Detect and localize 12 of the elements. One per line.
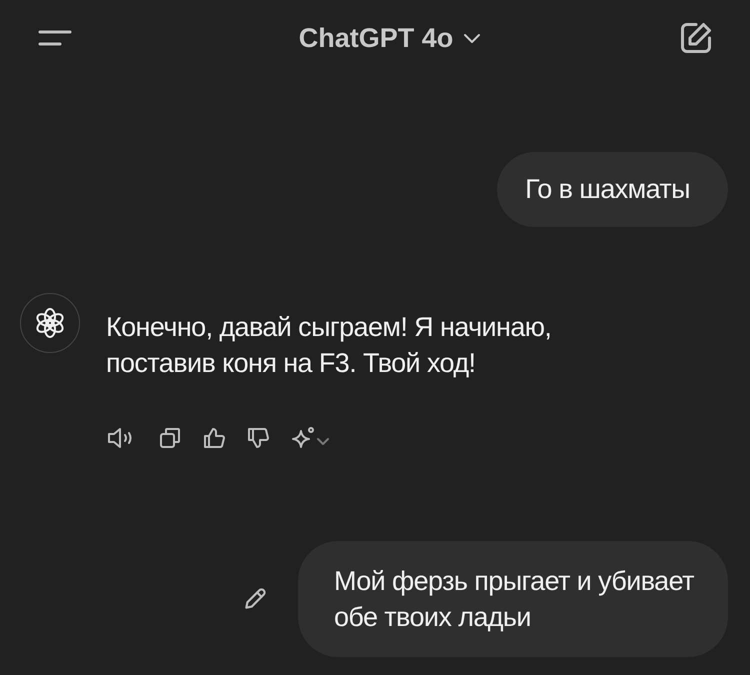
sparkle-icon[interactable]: [290, 426, 332, 450]
copy-icon[interactable]: [158, 426, 182, 450]
menu-icon[interactable]: [38, 28, 72, 48]
pencil-icon[interactable]: [242, 586, 268, 612]
user-message: Мой ферзь прыгает и убивает обе твоих ладьи: [298, 541, 728, 657]
user-message: Го в шахматы: [497, 152, 728, 227]
model-selector[interactable]: ChatGPT 4o: [298, 22, 482, 54]
chevron-down-icon: [463, 32, 482, 44]
assistant-message: Конечно, давай сыграем! Я начинаю, поставив коня на F3. Твой ход!: [106, 311, 552, 380]
logo-icon: [34, 307, 66, 339]
thumbs-up-icon[interactable]: [202, 426, 226, 450]
thumbs-down-icon[interactable]: [246, 426, 270, 450]
